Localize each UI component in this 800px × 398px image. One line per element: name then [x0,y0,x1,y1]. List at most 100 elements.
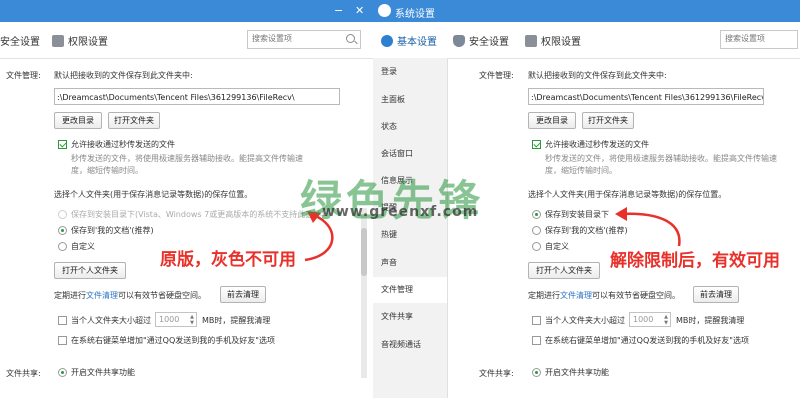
sidebar-item-sound[interactable]: 声音 [381,257,397,268]
sidebar-item-login[interactable]: 登录 [381,66,397,77]
qq-penguin-icon [378,4,391,17]
radio-install-dir [58,210,67,219]
cleanup-button[interactable]: 前去清理 [220,286,266,303]
context-menu-label: 在系统右键菜单增加"通过QQ发送到我的手机及好友"选项 [545,336,749,345]
size-threshold-value: 1000 [633,315,654,324]
cleanup-text: 定期进行文件清理可以有效节省硬盘空间。 [528,290,680,301]
tab-permissions[interactable]: 权限设置 [52,33,108,48]
radio-custom-label: 自定义 [71,242,95,251]
receive-path-field[interactable]: :\Dreamcast\Documents\Tencent Files\3612… [528,88,764,105]
size-alert-suffix: MB时，提醒我清理 [676,316,745,325]
cleanup-button[interactable]: 前去清理 [693,286,739,303]
sidebar-item-file-share[interactable]: 文件共享 [381,311,413,322]
open-personal-folder-button[interactable]: 打开个人文件夹 [528,262,600,279]
size-alert-checkbox[interactable] [58,316,67,325]
cleanup-text-post: 可以有效节省硬盘空间。 [118,291,206,300]
sidebar-item-file-management[interactable]: 文件管理 [373,277,447,303]
save-to-label: 默认把接收到的文件保存到此文件夹中: [54,71,193,80]
spinner-arrows-icon[interactable]: ▲ ▼ [190,314,194,326]
section-file-share: 文件共享: [6,369,41,378]
watermark-url: www.greenxf.com [322,204,479,220]
size-threshold-stepper[interactable]: 1000 ▲ ▼ [155,312,197,327]
radio-my-docs[interactable] [532,226,541,235]
sidebar-item-status[interactable]: 状态 [381,121,397,132]
annotation-original: 原版，灰色不可用 [160,250,296,270]
left-scroll-thumb[interactable] [361,228,367,276]
open-folder-button[interactable]: 打开文件夹 [582,112,634,129]
open-folder-button[interactable]: 打开文件夹 [108,112,160,129]
right-titlebar: 系统设置 [373,0,800,22]
shield-icon [453,34,465,47]
enable-share-radio[interactable] [58,368,67,377]
search-input[interactable] [721,31,799,46]
tab-basic[interactable]: 基本设置 [381,33,437,48]
change-directory-button[interactable]: 更改目录 [54,112,102,129]
allow-flash-transfer-label: 允许接收通过秒传发送的文件 [545,140,649,149]
lock-icon [525,34,537,47]
enable-share-label: 开启文件共享功能 [545,368,609,377]
enable-share-label: 开启文件共享功能 [71,368,135,377]
allow-flash-transfer-checkbox[interactable] [532,140,541,149]
radio-install-dir-label: 保存到安装目录下(Vista、Windows 7或更高版本的系统不支持此选项) [71,210,325,219]
radio-custom-label: 自定义 [545,242,569,251]
context-menu-checkbox[interactable] [58,336,67,345]
tab-permissions-label: 权限设置 [68,37,108,48]
flash-transfer-hint-1: 秒传发送的文件，将使用极速服务器辅助接收。能提高文件传输速 [545,154,777,163]
flash-transfer-hint-1: 秒传发送的文件，将使用极速服务器辅助接收。能提高文件传输速 [71,154,303,163]
context-menu-checkbox[interactable] [532,336,541,345]
cleanup-text-post: 可以有效节省硬盘空间。 [592,291,680,300]
radio-my-docs-label: 保存到'我的文档'(推荐) [71,226,154,235]
file-cleanup-link[interactable]: 文件清理 [86,291,118,300]
personal-folder-label: 选择个人文件夹(用于保存消息记录等数据)的保存位置。 [54,190,253,199]
sidebar-item-av-call[interactable]: 音视频通话 [381,339,421,350]
personal-folder-label: 选择个人文件夹(用于保存消息记录等数据)的保存位置。 [528,190,727,199]
file-cleanup-link[interactable]: 文件清理 [560,291,592,300]
open-personal-folder-button[interactable]: 打开个人文件夹 [54,262,126,279]
flash-transfer-hint-2: 度，缩短传输时间。 [71,166,143,175]
window-title: 系统设置 [395,9,435,20]
section-file-management: 文件管理: [479,71,514,80]
sidebar-item-chat-window[interactable]: 会话窗口 [381,148,413,159]
sidebar-item-hotkeys[interactable]: 热键 [381,229,397,240]
size-alert-suffix: MB时，提醒我清理 [202,316,271,325]
annotation-arrow-right [615,207,681,247]
sidebar-item-main-panel[interactable]: 主面板 [381,94,405,105]
size-threshold-stepper[interactable]: 1000 ▲ ▼ [629,312,671,327]
save-to-label: 默认把接收到的文件保存到此文件夹中: [528,71,667,80]
radio-my-docs[interactable] [58,226,67,235]
section-file-management: 文件管理: [6,71,41,80]
left-tab-bar: 安全设置 权限设置 [0,22,373,59]
tab-security[interactable]: 安全设置 [0,33,40,48]
gear-icon [381,34,393,47]
right-tab-bar: 基本设置 安全设置 权限设置 [373,22,800,59]
radio-install-dir[interactable] [532,210,541,219]
allow-flash-transfer-checkbox[interactable] [58,140,67,149]
cleanup-text-pre: 定期进行 [528,291,560,300]
search-box[interactable] [247,30,361,49]
left-titlebar: − ✕ [0,0,373,22]
radio-custom[interactable] [532,242,541,251]
tab-security-label: 安全设置 [0,37,40,48]
allow-flash-transfer-label: 允许接收通过秒传发送的文件 [71,140,175,149]
spinner-arrows-icon[interactable]: ▲ ▼ [664,314,668,326]
radio-custom[interactable] [58,242,67,251]
settings-sidebar: 登录 主面板 状态 会话窗口 信息展示 提醒 热键 声音 文件管理 文件共享 音… [373,58,448,398]
size-alert-checkbox[interactable] [532,316,541,325]
enable-share-radio[interactable] [532,368,541,377]
change-directory-button[interactable]: 更改目录 [528,112,576,129]
context-menu-label: 在系统右键菜单增加"通过QQ发送到我的手机及好友"选项 [71,336,275,345]
flash-transfer-hint-2: 度，缩短传输时间。 [545,166,617,175]
search-box[interactable] [720,30,799,49]
left-scrollbar[interactable] [361,208,367,378]
search-icon[interactable] [346,34,355,43]
section-file-share: 文件共享: [479,369,514,378]
cleanup-text-pre: 定期进行 [54,291,86,300]
radio-install-dir-label: 保存到安装目录下 [545,210,609,219]
tab-permissions[interactable]: 权限设置 [525,33,581,48]
tab-permissions-label: 权限设置 [541,37,581,48]
receive-path-field[interactable]: :\Dreamcast\Documents\Tencent Files\3612… [54,88,340,105]
tab-security[interactable]: 安全设置 [453,33,509,48]
minimize-button[interactable]: − [334,4,343,17]
close-button[interactable]: ✕ [355,4,364,17]
search-input[interactable] [248,31,342,46]
